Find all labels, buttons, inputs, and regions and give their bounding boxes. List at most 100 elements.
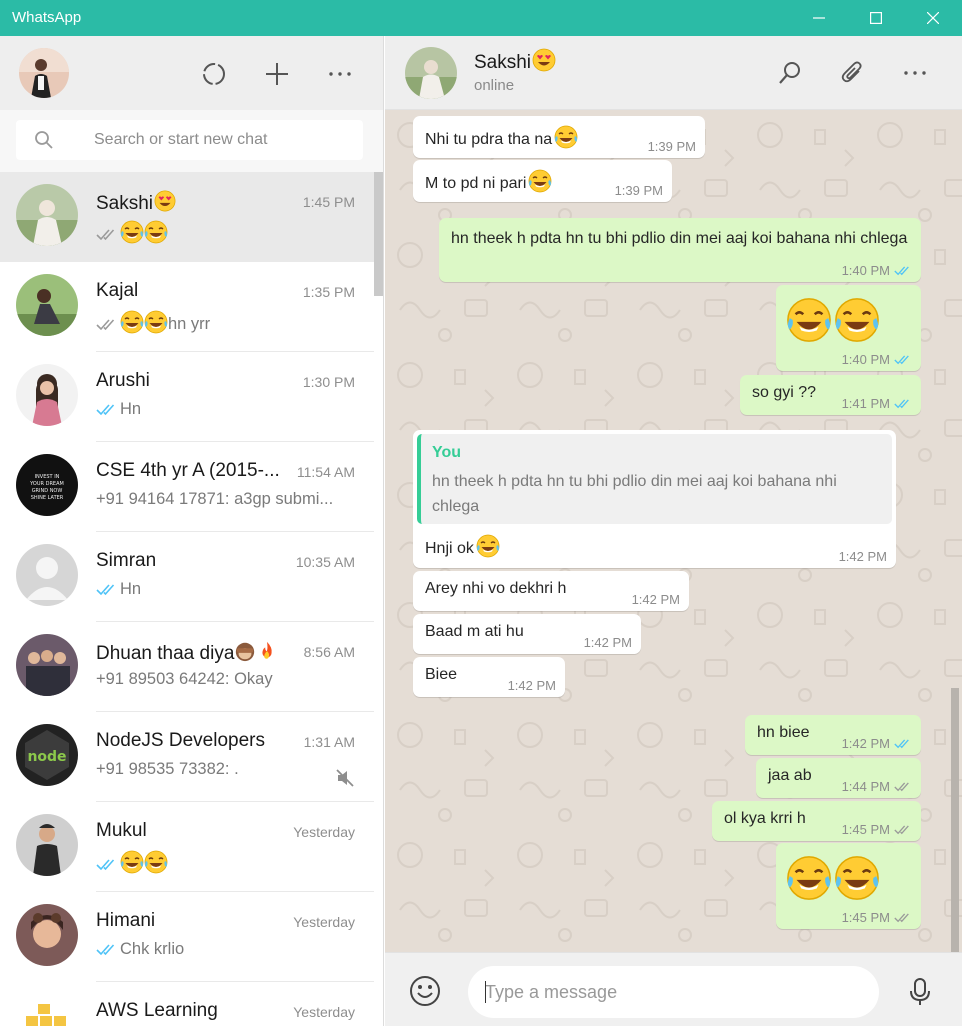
chat-list-item[interactable]: Kajal 1:35 PM hn yrr: [0, 262, 374, 352]
chat-list-item[interactable]: Mukul Yesterday: [0, 802, 374, 892]
message-area[interactable]: Nhi tu pdra tha na 1:39 PM M to pd ni pari…: [385, 110, 962, 952]
message-text: Nhi tu pdra tha na: [425, 125, 578, 154]
chat-list-item[interactable]: Dhuan thaa diya 8:56 AM +91 89503 64242: O…: [0, 622, 374, 712]
chat-name: Dhuan thaa diya: [96, 640, 296, 668]
chat-avatar: [16, 274, 78, 336]
chat-last-message: +91 89503 64242: Okay: [96, 670, 346, 689]
search-input[interactable]: [94, 128, 354, 152]
new-chat-button[interactable]: [262, 59, 292, 89]
chat-list-item[interactable]: Arushi 1:30 PM Hn: [0, 352, 374, 442]
chat-time: 11:54 AM: [296, 464, 355, 480]
message-meta: 1:42 PM: [842, 736, 912, 751]
message-meta: 1:42 PM: [632, 592, 680, 607]
svg-text:YOUR DREAM: YOUR DREAM: [29, 481, 64, 487]
menu-icon: [904, 71, 926, 75]
chat-info: Dhuan thaa diya 8:56 AM +91 89503 64242: O…: [96, 622, 374, 712]
close-icon: [927, 12, 939, 24]
emoji-icon[interactable]: [409, 975, 441, 1007]
emoji-message: [786, 855, 880, 906]
messages-scrollbar[interactable]: [951, 688, 959, 952]
chat-list-item[interactable]: Himani Yesterday Chk krlio: [0, 892, 374, 982]
chat-name: AWS Learning: [96, 1000, 296, 1022]
outgoing-message[interactable]: 1:40 PM: [776, 285, 921, 371]
menu-button[interactable]: [325, 59, 355, 89]
tears-of-joy-emoji-icon: [144, 310, 168, 339]
chat-last-message: Chk krlio: [96, 940, 346, 959]
chat-info: CSE 4th yr A (2015-... 11:54 AM +91 94164 …: [96, 442, 374, 532]
heart-eyes-emoji-icon: [532, 48, 556, 78]
message-meta: 1:45 PM: [842, 822, 912, 837]
minimize-button[interactable]: [796, 0, 842, 36]
maximize-button[interactable]: [853, 0, 899, 36]
incoming-message[interactable]: You hn theek h pdta hn tu bhi pdlio din m…: [413, 430, 896, 568]
incoming-message[interactable]: M to pd ni pari 1:39 PM: [413, 160, 672, 202]
message-time: 1:40 PM: [841, 263, 890, 278]
chat-name-text: Dhuan thaa diya: [96, 643, 235, 665]
attach-icon: [841, 61, 862, 83]
tears-of-joy-emoji-icon: [120, 850, 144, 879]
chat-name-text: AWS Learning: [96, 1000, 218, 1021]
chat-avatar: [16, 634, 78, 696]
chat-name-text: CSE 4th yr A (2015-...: [96, 460, 280, 481]
chat-list-scrollbar[interactable]: [374, 172, 383, 296]
attach-button[interactable]: [838, 58, 868, 88]
double-check-icon: [96, 228, 118, 242]
status-button[interactable]: [199, 59, 229, 89]
chat-avatar: [16, 994, 78, 1026]
message-meta: 1:39 PM: [648, 139, 696, 154]
my-avatar[interactable]: [19, 48, 69, 98]
chat-list-item[interactable]: INVEST IN YOUR DREAM GRIND NOW SHINE LATER C…: [0, 442, 374, 532]
incoming-message[interactable]: Baad m ati hu 1:42 PM: [413, 614, 641, 654]
conversation-header[interactable]: Sakshi online: [385, 36, 962, 110]
message-meta: 1:45 PM: [842, 910, 912, 925]
quoted-text: hn theek h pdta hn tu bhi pdlio din mei …: [432, 473, 837, 515]
chat-name-text: Sakshi: [96, 193, 154, 215]
message-time: 1:39 PM: [647, 139, 696, 154]
message-input[interactable]: [485, 980, 865, 1004]
chat-avatar: [16, 544, 78, 606]
outgoing-message[interactable]: so gyi ?? 1:41 PM: [740, 375, 921, 415]
tears-of-joy-emoji-icon: [786, 855, 832, 906]
fire-icon: [256, 640, 278, 668]
outgoing-message[interactable]: hn biee 1:42 PM: [745, 715, 921, 755]
search-box[interactable]: [16, 120, 363, 160]
outgoing-message[interactable]: jaa ab 1:44 PM: [756, 758, 921, 798]
chat-name-text: Simran: [96, 550, 157, 571]
chat-time: Yesterday: [293, 824, 355, 840]
outgoing-message[interactable]: hn theek h pdta hn tu bhi pdlio din mei …: [439, 218, 921, 282]
microphone-icon[interactable]: [909, 977, 931, 1007]
conversation-menu-button[interactable]: [900, 58, 930, 88]
tears-of-joy-emoji-icon: [786, 297, 832, 348]
double-check-icon: [96, 318, 118, 332]
message-text-content: M to pd ni pari: [425, 174, 527, 192]
see-no-evil-monkey-icon: [234, 640, 256, 668]
search-messages-button[interactable]: [775, 58, 805, 88]
composer: [385, 952, 962, 1026]
message-meta: 1:44 PM: [842, 779, 912, 794]
close-button[interactable]: [910, 0, 956, 36]
chat-name: Himani: [96, 910, 296, 932]
chat-name-text: Mukul: [96, 820, 147, 841]
chat-list-item[interactable]: Simran 10:35 AM Hn: [0, 532, 374, 622]
incoming-message[interactable]: Arey nhi vo dekhri h 1:42 PM: [413, 571, 689, 611]
contact-avatar[interactable]: [405, 47, 457, 99]
chat-time: 1:31 AM: [303, 734, 355, 750]
message-meta: 1:42 PM: [584, 635, 632, 650]
quoted-message[interactable]: You hn theek h pdta hn tu bhi pdlio din m…: [417, 434, 892, 524]
incoming-message[interactable]: Nhi tu pdra tha na 1:39 PM: [413, 116, 705, 158]
chat-list-item[interactable]: AWS Learning Yesterday: [0, 982, 374, 1026]
message-text: Baad m ati hu: [425, 623, 524, 641]
chat-time: Yesterday: [293, 914, 355, 930]
message-time: 1:39 PM: [614, 183, 663, 198]
message-meta: 1:39 PM: [615, 183, 663, 198]
chat-list-item[interactable]: Sakshi 1:45 PM: [0, 172, 374, 262]
message-text-content: so gyi ??: [752, 384, 817, 401]
chat-list-item[interactable]: node NodeJS Developers 1:31 AM +91 98535 73…: [0, 712, 374, 802]
message-input-box[interactable]: [468, 966, 879, 1018]
message-text-content: ol kya krri h: [724, 810, 806, 827]
heart-eyes-emoji-icon: [154, 190, 176, 218]
incoming-message[interactable]: Biee 1:42 PM: [413, 657, 565, 697]
outgoing-message[interactable]: ol kya krri h 1:45 PM: [712, 801, 921, 841]
outgoing-message[interactable]: 1:45 PM: [776, 843, 921, 929]
emoji-message: [786, 297, 880, 348]
